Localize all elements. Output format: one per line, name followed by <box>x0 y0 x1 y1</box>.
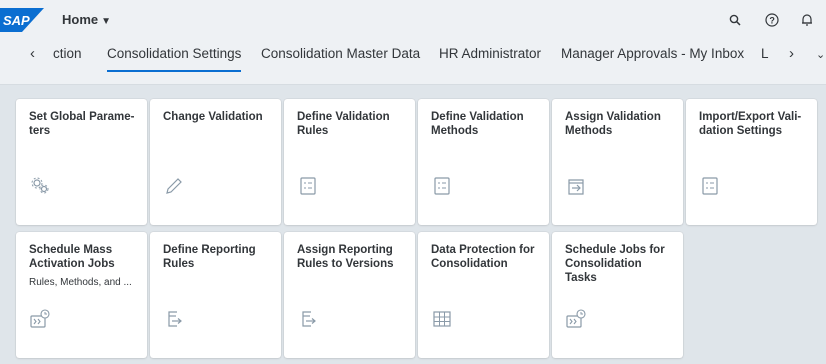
assign-arrow-icon <box>565 175 587 197</box>
tile-data-protection-for-consolidation[interactable]: Data Protection for Consolidation <box>418 232 549 358</box>
tile-title: Define Validation Methods <box>431 111 524 137</box>
reporting-rules-icon <box>297 308 319 330</box>
tile-define-validation-methods[interactable]: Define Validation Methods <box>418 99 549 225</box>
tile-title: Define Validation Rules <box>297 111 390 137</box>
anchor-bar: ‹ ction Consolidation Settings Consolida… <box>0 40 826 76</box>
tab-ction[interactable]: ction <box>53 46 82 61</box>
pencil-icon <box>163 175 185 197</box>
tile-schedule-jobs-for-consolidation-tasks[interactable]: Schedule Jobs for Consolidation Tasks <box>552 232 683 358</box>
tab-consolidation-master-data[interactable]: Consolidation Master Data <box>261 46 420 61</box>
tile-assign-validation-methods[interactable]: Assign Validation Methods <box>552 99 683 225</box>
tile-assign-reporting-rules-to-versions[interactable]: Assign Reporting Rules to Versions <box>284 232 415 358</box>
checklist-icon <box>431 175 453 197</box>
home-menu-button[interactable]: Home ▼ <box>62 12 111 27</box>
scroll-right-icon[interactable]: › <box>789 45 794 62</box>
sap-logo[interactable]: SAP <box>0 8 44 32</box>
tile-title: Data Protection for Consolidation <box>431 244 535 270</box>
tile-schedule-mass-activation-jobs[interactable]: Schedule Mass Activation Jobs Rules, Met… <box>16 232 147 358</box>
checklist-icon <box>297 175 319 197</box>
tile-title: Define Reporting Rules <box>163 244 256 270</box>
schedule-jobs-icon <box>565 308 587 330</box>
tile-title: Import/Export Vali-dation Settings <box>699 111 802 137</box>
tab-consolidation-settings[interactable]: Consolidation Settings <box>107 46 242 72</box>
tile-title: Change Validation <box>163 111 263 123</box>
tile-title: Set Global Parame-ters <box>29 111 135 137</box>
tile-title: Schedule Mass Activation Jobs <box>29 244 115 270</box>
tile-subtitle: Rules, Methods, and ... <box>29 277 132 288</box>
gears-icon <box>29 175 51 197</box>
tile-define-reporting-rules[interactable]: Define Reporting Rules <box>150 232 281 358</box>
svg-text:?: ? <box>769 15 775 25</box>
grid-table-icon <box>431 308 453 330</box>
shell-bar: SAP Home ▼ ? ‹ ction Consolidation Settin… <box>0 0 826 85</box>
home-label: Home <box>62 12 99 27</box>
tile-set-global-parameters[interactable]: Set Global Parame-ters <box>16 99 147 225</box>
tile-change-validation[interactable]: Change Validation <box>150 99 281 225</box>
tile-title: Assign Validation Methods <box>565 111 661 137</box>
notification-icon[interactable] <box>797 10 817 30</box>
tile-title: Schedule Jobs for Consolidation Tasks <box>565 244 665 284</box>
svg-text:SAP: SAP <box>3 13 30 28</box>
caret-down-icon: ▼ <box>101 16 112 27</box>
reporting-rules-icon <box>163 308 185 330</box>
tile-define-validation-rules[interactable]: Define Validation Rules <box>284 99 415 225</box>
tab-manager-approvals[interactable]: Manager Approvals - My Inbox <box>561 46 744 61</box>
search-icon[interactable] <box>725 10 745 30</box>
checklist-icon <box>699 175 721 197</box>
tile-import-export-validation-settings[interactable]: Import/Export Vali-dation Settings <box>686 99 817 225</box>
tab-hr-administrator[interactable]: HR Administrator <box>439 46 541 61</box>
schedule-jobs-icon <box>29 308 51 330</box>
scroll-left-icon[interactable]: ‹ <box>30 45 35 62</box>
tile-title: Assign Reporting Rules to Versions <box>297 244 394 270</box>
overflow-chevron-icon[interactable]: ⌄ <box>816 48 825 61</box>
tab-l[interactable]: L <box>761 46 769 61</box>
help-icon[interactable]: ? <box>762 10 782 30</box>
